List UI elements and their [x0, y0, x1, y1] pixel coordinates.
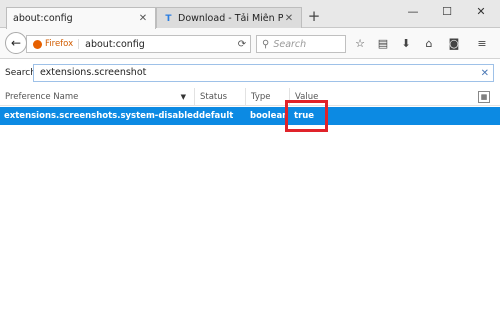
minimize-icon[interactable]: — — [398, 3, 428, 21]
menu-icon[interactable]: ≡ — [474, 36, 490, 52]
search-placeholder: Search — [273, 38, 307, 50]
site-favicon-icon: T — [165, 13, 172, 24]
url-text[interactable]: about:config — [85, 39, 234, 50]
config-search-value: extensions.screenshot — [40, 67, 147, 78]
search-input[interactable]: ⚲ Search — [256, 35, 346, 53]
identity-label: Firefox — [45, 39, 80, 49]
url-bar[interactable]: Firefox about:config ⟳ — [26, 35, 251, 53]
config-search-row: Search: extensions.screenshot ✕ — [0, 59, 500, 86]
tab-download[interactable]: T Download - Tải Miễn Phí VN ✕ — [156, 7, 302, 29]
tab-title: Download - Tải Miễn Phí VN — [178, 13, 283, 24]
pref-status: default — [199, 111, 234, 121]
column-label: Preference Name — [5, 92, 79, 102]
column-preference-name[interactable]: Preference Name ▼ — [0, 88, 195, 106]
pref-name: extensions.screenshots.system-disabled — [4, 111, 199, 121]
table-header: Preference Name ▼ Status Type Value — [0, 88, 500, 106]
download-icon[interactable]: ⬇ — [398, 36, 414, 52]
close-icon[interactable]: ✕ — [137, 13, 149, 24]
column-label: Status — [200, 92, 228, 102]
clear-icon[interactable]: ✕ — [481, 66, 489, 82]
close-icon[interactable]: ✕ — [283, 13, 295, 24]
new-tab-icon[interactable]: + — [306, 9, 322, 25]
window-close-icon[interactable]: ✕ — [466, 3, 496, 21]
table-row[interactable]: extensions.screenshots.system-disabled d… — [0, 107, 500, 125]
reload-icon[interactable]: ⟳ — [234, 39, 250, 50]
column-status[interactable]: Status — [195, 88, 246, 106]
annotation-highlight-box — [285, 100, 328, 132]
firefox-icon — [33, 39, 42, 49]
search-icon: ⚲ — [262, 38, 270, 50]
reading-list-icon[interactable]: ▤ — [375, 36, 391, 52]
config-search-input[interactable]: extensions.screenshot ✕ — [33, 64, 494, 82]
tab-title: about:config — [13, 13, 73, 24]
maximize-icon[interactable]: ☐ — [432, 3, 462, 21]
tab-about-config[interactable]: about:config ✕ — [6, 7, 156, 29]
column-picker-icon[interactable]: ▦ — [478, 91, 490, 103]
column-label: Type — [251, 92, 271, 102]
bookmark-star-icon[interactable]: ☆ — [352, 36, 368, 52]
pocket-icon[interactable]: ◙ — [446, 36, 462, 52]
navigation-toolbar: Firefox about:config ⟳ ← ⚲ Search ☆ ▤ ⬇ … — [0, 28, 500, 59]
column-type[interactable]: Type — [246, 88, 290, 106]
pref-type: boolean — [250, 111, 289, 121]
tab-strip: about:config ✕ T Download - Tải Miễn Phí… — [0, 0, 500, 29]
home-icon[interactable]: ⌂ — [421, 36, 437, 52]
back-icon[interactable]: ← — [5, 32, 27, 54]
sort-desc-icon: ▼ — [180, 93, 186, 101]
